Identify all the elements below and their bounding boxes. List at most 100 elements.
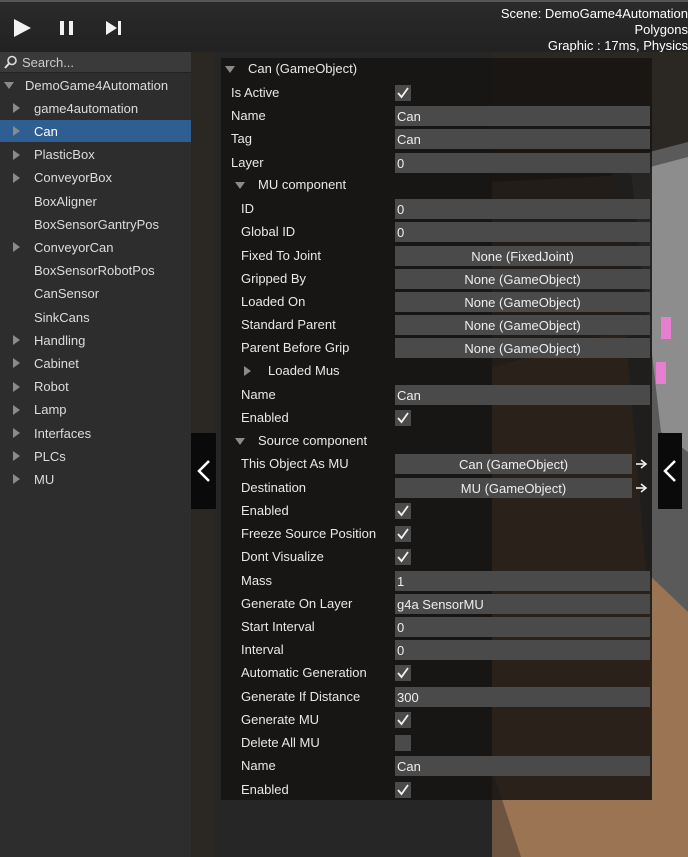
triangle-right-icon[interactable] [13, 451, 20, 462]
checkmark-icon [397, 412, 409, 424]
property-field[interactable]: 300 [395, 687, 650, 707]
property-field[interactable]: 0 [395, 199, 650, 219]
object-field[interactable]: None (GameObject) [395, 269, 650, 289]
property-label: Enabled [241, 503, 289, 518]
hierarchy-item[interactable]: BoxAligner [0, 190, 191, 212]
property-label: Fixed To Joint [241, 248, 321, 263]
property-checkbox[interactable] [395, 735, 411, 751]
triangle-right-icon[interactable] [13, 172, 20, 183]
hierarchy-item[interactable]: Lamp [0, 399, 191, 421]
hierarchy-item[interactable]: Interfaces [0, 422, 191, 444]
arrow-right-icon[interactable] [634, 479, 650, 497]
triangle-down-icon[interactable] [225, 66, 235, 73]
hierarchy-item[interactable]: BoxSensorGantryPos [0, 213, 191, 235]
property-label: Layer [231, 155, 264, 170]
hierarchy-item-label: CanSensor [34, 286, 100, 302]
hierarchy-item-label: Cabinet [34, 355, 79, 371]
property-field[interactable]: Can [395, 385, 650, 405]
play-icon [14, 19, 31, 37]
property-label: Name [241, 758, 276, 773]
checkmark-icon [397, 505, 409, 517]
foldout-label[interactable]: Loaded Mus [268, 363, 340, 378]
hierarchy-item[interactable]: BoxSensorRobotPos [0, 260, 191, 282]
hierarchy-item[interactable]: CanSensor [0, 283, 191, 305]
object-field[interactable]: None (GameObject) [395, 292, 650, 312]
property-label: Gripped By [241, 271, 307, 286]
property-checkbox[interactable] [395, 782, 411, 798]
search-bar [0, 52, 191, 73]
hierarchy-item[interactable]: SinkCans [0, 306, 191, 328]
property-label: Automatic Generation [241, 665, 367, 680]
triangle-right-icon[interactable] [13, 242, 20, 253]
triangle-right-icon[interactable] [244, 366, 251, 376]
triangle-right-icon[interactable] [13, 126, 20, 137]
hierarchy-item-label: DemoGame4Automation [25, 77, 169, 93]
step-button[interactable] [94, 8, 134, 48]
property-label: Freeze Source Position [241, 526, 377, 541]
triangle-right-icon[interactable] [13, 103, 20, 114]
property-field[interactable]: 1 [395, 571, 650, 591]
hierarchy-item[interactable]: game4automation [0, 97, 191, 119]
property-checkbox[interactable] [395, 665, 411, 681]
hierarchy-item[interactable]: ConveyorCan [0, 236, 191, 258]
property-checkbox[interactable] [395, 410, 411, 426]
hierarchy-item-label: ConveyorBox [34, 170, 113, 186]
collapse-right-button[interactable] [658, 433, 682, 509]
triangle-down-icon[interactable] [235, 182, 245, 189]
object-field[interactable]: None (GameObject) [395, 315, 650, 335]
hierarchy-item[interactable]: Handling [0, 329, 191, 351]
hierarchy-item-label: Handling [34, 332, 86, 348]
property-checkbox[interactable] [395, 526, 411, 542]
checkmark-icon [397, 528, 409, 540]
object-field[interactable]: None (GameObject) [395, 338, 650, 358]
triangle-right-icon[interactable] [13, 404, 20, 415]
hierarchy-item[interactable]: Robot [0, 376, 191, 398]
checkmark-icon [397, 784, 409, 796]
hierarchy-item[interactable]: ConveyorBox [0, 167, 191, 189]
hierarchy-item[interactable]: Cabinet [0, 352, 191, 374]
object-field[interactable]: Can (GameObject) [395, 454, 632, 474]
property-checkbox[interactable] [395, 503, 411, 519]
section-header[interactable]: Can (GameObject) [248, 61, 357, 76]
pause-button[interactable] [47, 8, 87, 48]
triangle-right-icon[interactable] [13, 358, 20, 369]
arrow-right-icon[interactable] [634, 455, 650, 473]
hierarchy-item-label: Robot [34, 379, 69, 395]
collapse-left-button[interactable] [191, 433, 216, 509]
triangle-right-icon[interactable] [13, 474, 20, 485]
triangle-right-icon[interactable] [13, 381, 20, 392]
checkmark-icon [397, 87, 409, 99]
property-label: Global ID [241, 224, 296, 239]
property-field[interactable]: 0 [395, 222, 650, 242]
triangle-right-icon[interactable] [13, 428, 20, 438]
property-field[interactable]: 0 [395, 153, 650, 173]
search-input[interactable] [22, 54, 182, 70]
object-field[interactable]: MU (GameObject) [395, 478, 632, 498]
section-header[interactable]: MU component [258, 177, 346, 192]
property-field[interactable]: 0 [395, 640, 650, 660]
object-field[interactable]: None (FixedJoint) [395, 246, 650, 266]
hierarchy-item[interactable]: Can [0, 120, 191, 143]
triangle-down-icon[interactable] [235, 438, 245, 445]
play-button[interactable] [2, 8, 42, 48]
property-checkbox[interactable] [395, 85, 411, 101]
property-label: ID [241, 201, 254, 216]
triangle-right-icon[interactable] [13, 335, 20, 346]
stats-scene: Scene: DemoGame4Automation [500, 6, 688, 21]
hierarchy-item[interactable]: PLCs [0, 445, 191, 467]
section-header[interactable]: Source component [258, 433, 367, 448]
property-field[interactable]: g4a SensorMU [395, 594, 650, 614]
property-field[interactable]: 0 [395, 617, 650, 637]
property-checkbox[interactable] [395, 549, 411, 565]
triangle-down-icon[interactable] [4, 81, 14, 89]
property-field[interactable]: Can [395, 756, 650, 776]
hierarchy-item[interactable]: DemoGame4Automation [0, 74, 191, 96]
property-field[interactable]: Can [395, 129, 650, 149]
property-field[interactable]: Can [395, 106, 650, 126]
hierarchy-item[interactable]: MU [0, 468, 191, 490]
property-checkbox[interactable] [395, 712, 411, 728]
chevron-left-icon [663, 460, 676, 482]
hierarchy-item-label: PLCs [34, 448, 66, 464]
triangle-right-icon[interactable] [13, 149, 20, 160]
hierarchy-item[interactable]: PlasticBox [0, 144, 191, 166]
